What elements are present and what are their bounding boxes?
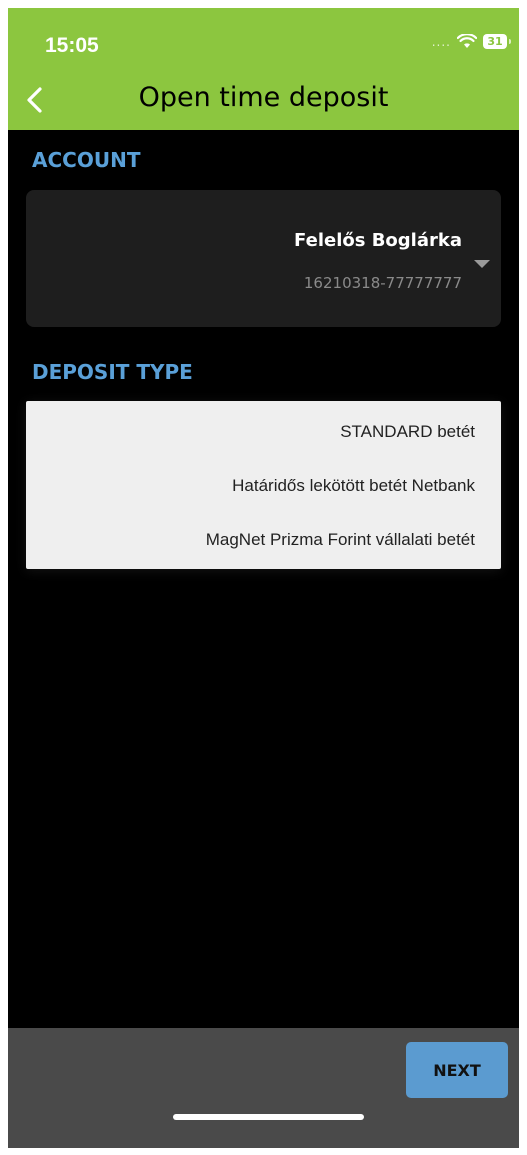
next-button[interactable]: NEXT [406, 1042, 508, 1098]
caret-down-icon [474, 260, 490, 268]
status-time: 15:05 [45, 34, 99, 57]
page-title: Open time deposit [138, 82, 389, 113]
battery-level: 31 [487, 35, 503, 48]
account-name: Felelős Boglárka [294, 230, 462, 251]
deposit-type-list: STANDARD betét Határidős lekötött betét … [26, 401, 501, 569]
deposit-option-netbank[interactable]: Határidős lekötött betét Netbank [232, 476, 475, 496]
account-section-label: ACCOUNT [32, 148, 141, 172]
footer-bar: NEXT [8, 1028, 519, 1148]
wifi-icon [457, 34, 477, 48]
deposit-type-section-label: DEPOSIT TYPE [32, 360, 193, 384]
signal-icon: .... [431, 34, 451, 49]
status-icons: .... 31 [431, 34, 511, 49]
app-header: 15:05 .... 31 Open time deposit [8, 8, 519, 130]
account-number: 16210318-77777777 [303, 274, 462, 292]
deposit-option-standard[interactable]: STANDARD betét [340, 422, 475, 442]
deposit-option-prizma[interactable]: MagNet Prizma Forint vállalati betét [206, 530, 475, 550]
phone-screen: 15:05 .... 31 Open time deposit ACCOUNT … [8, 8, 519, 1148]
battery-icon: 31 [483, 34, 511, 49]
home-indicator[interactable] [173, 1114, 364, 1120]
account-selector[interactable]: Felelős Boglárka 16210318-77777777 [26, 190, 501, 327]
